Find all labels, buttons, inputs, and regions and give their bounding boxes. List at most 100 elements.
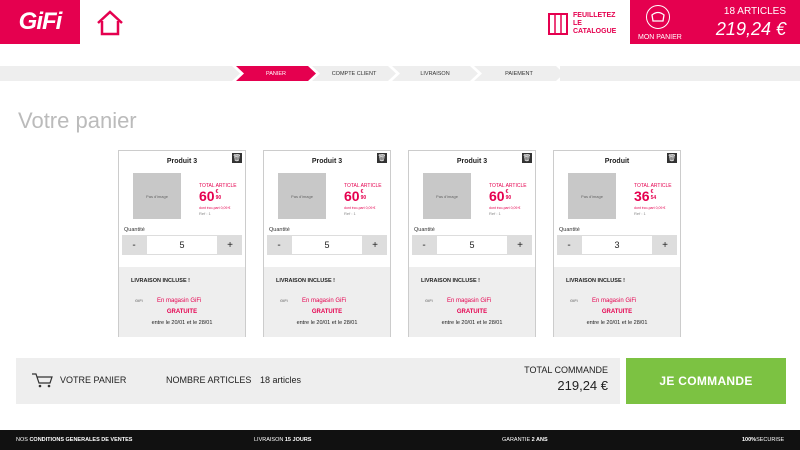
delivery-title: LIVRAISON INCLUSE ! — [421, 278, 480, 284]
increment-button[interactable]: + — [508, 235, 532, 255]
footer-secure: 100%SECURISE — [742, 437, 785, 443]
delivery-info: LIVRAISON INCLUSE ! GiFi En magasin GiFi… — [119, 267, 245, 337]
product-price: 60 €90 — [344, 188, 367, 204]
steps-tail — [560, 66, 800, 81]
product-image: Pas d'image — [568, 173, 616, 219]
trash-icon[interactable]: 🗑 — [667, 153, 677, 163]
delivery-title: LIVRAISON INCLUSE ! — [276, 278, 335, 284]
step-livraison[interactable]: LIVRAISON — [392, 66, 478, 81]
product-image: Pas d'image — [278, 173, 326, 219]
delivery-free: GRATUITE — [601, 309, 633, 315]
footer-conditions-link[interactable]: NOS CONDITIONS GENERALES DE VENTES — [16, 437, 132, 443]
product-ref: Ref : 1 — [199, 211, 211, 216]
eco-part: dont éco-part 0,09 € — [634, 206, 666, 210]
step-paiement[interactable]: PAIEMENT — [474, 66, 564, 81]
decrement-button[interactable]: - — [122, 235, 146, 255]
summary-cart-label: VOTRE PANIER — [60, 375, 127, 385]
order-button[interactable]: JE COMMANDE — [626, 358, 786, 404]
quantity-value[interactable]: 3 — [581, 235, 653, 255]
delivery-dates: entre le 20/01 et le 28/01 — [441, 320, 503, 326]
delivery-free: GRATUITE — [456, 309, 488, 315]
delivery-info: LIVRAISON INCLUSE ! GiFi En magasin GiFi… — [409, 267, 535, 337]
shopping-cart-icon — [32, 373, 53, 388]
cart-total: 219,24 € — [715, 19, 786, 39]
quantity-label: Quantité — [559, 227, 580, 233]
increment-button[interactable]: + — [218, 235, 242, 255]
footer: NOS CONDITIONS GENERALES DE VENTES LIVRA… — [0, 430, 800, 450]
store-pickup: En magasin GiFi — [157, 298, 202, 304]
cart-summary-button[interactable]: MON PANIER 18 ARTICLES 219,24 € — [630, 0, 800, 44]
delivery-info: LIVRAISON INCLUSE ! GiFi En magasin GiFi… — [264, 267, 390, 337]
product-name: Produit 3 — [456, 158, 488, 165]
product-ref: Ref : 1 — [634, 211, 646, 216]
cart-label: MON PANIER — [638, 34, 682, 41]
catalog-link[interactable]: FEUILLETEZ LE CATALOGUE — [548, 10, 616, 38]
quantity-stepper: - 5 + — [412, 235, 532, 255]
delivery-dates: entre le 20/01 et le 28/01 — [151, 320, 213, 326]
product-price: 60 €90 — [489, 188, 512, 204]
footer-warranty: GARANTIE 2 ANS — [502, 437, 548, 443]
product-card: Produit 🗑 Pas d'image TOTAL ARTICLE 36 €… — [553, 150, 681, 337]
checkout-steps: PANIER COMPTE CLIENT LIVRAISON PAIEMENT — [0, 66, 800, 81]
quantity-value[interactable]: 5 — [291, 235, 363, 255]
product-name: Produit — [604, 158, 630, 165]
home-icon[interactable] — [96, 10, 124, 36]
product-name: Produit 3 — [311, 158, 343, 165]
decrement-button[interactable]: - — [412, 235, 436, 255]
store-pickup: En magasin GiFi — [592, 298, 637, 304]
eco-part: dont éco-part 0,09 € — [344, 206, 376, 210]
store-pickup: En magasin GiFi — [447, 298, 492, 304]
eco-part: dont éco-part 0,09 € — [489, 206, 521, 210]
cart-icon — [646, 5, 670, 29]
delivery-info: LIVRAISON INCLUSE ! GiFi En magasin GiFi… — [554, 267, 680, 337]
product-name: Produit 3 — [166, 158, 198, 165]
product-card: Produit 3 🗑 Pas d'image TOTAL ARTICLE 60… — [408, 150, 536, 337]
eco-part: dont éco-part 0,09 € — [199, 206, 231, 210]
header: GiFi FEUILLETEZ LE CATALOGUE MON PANIER … — [0, 0, 800, 44]
step-compte-client[interactable]: COMPTE CLIENT — [312, 66, 396, 81]
decrement-button[interactable]: - — [267, 235, 291, 255]
trash-icon[interactable]: 🗑 — [232, 153, 242, 163]
delivery-free: GRATUITE — [311, 309, 343, 315]
steps-spacer — [0, 66, 240, 81]
gifi-logo[interactable]: GiFi — [0, 0, 80, 44]
increment-button[interactable]: + — [363, 235, 387, 255]
decrement-button[interactable]: - — [557, 235, 581, 255]
order-total-label: TOTAL COMMANDE — [524, 365, 608, 375]
articles-count-value: 18 articles — [260, 375, 302, 385]
product-ref: Ref : 1 — [489, 211, 501, 216]
product-price: 36 €54 — [634, 188, 657, 204]
delivery-title: LIVRAISON INCLUSE ! — [131, 278, 190, 284]
increment-button[interactable]: + — [653, 235, 677, 255]
delivery-dates: entre le 20/01 et le 28/01 — [296, 320, 358, 326]
footer-delivery: LIVRAISON 15 JOURS — [254, 437, 312, 443]
quantity-label: Quantité — [269, 227, 290, 233]
step-panier[interactable]: PANIER — [236, 66, 316, 81]
quantity-stepper: - 3 + — [557, 235, 677, 255]
articles-count-label: NOMBRE ARTICLES — [166, 375, 252, 385]
quantity-label: Quantité — [124, 227, 145, 233]
quantity-stepper: - 5 + — [267, 235, 387, 255]
delivery-dates: entre le 20/01 et le 28/01 — [586, 320, 648, 326]
store-pickup: En magasin GiFi — [302, 298, 347, 304]
quantity-stepper: - 5 + — [122, 235, 242, 255]
page-title: Votre panier — [18, 108, 137, 133]
quantity-label: Quantité — [414, 227, 435, 233]
delivery-free: GRATUITE — [166, 309, 198, 315]
trash-icon[interactable]: 🗑 — [522, 153, 532, 163]
trash-icon[interactable]: 🗑 — [377, 153, 387, 163]
product-image: Pas d'image — [423, 173, 471, 219]
product-image: Pas d'image — [133, 173, 181, 219]
quantity-value[interactable]: 5 — [146, 235, 218, 255]
quantity-value[interactable]: 5 — [436, 235, 508, 255]
catalog-icon — [548, 13, 568, 35]
product-ref: Ref : 1 — [344, 211, 356, 216]
product-price: 60 €90 — [199, 188, 222, 204]
product-card: Produit 3 🗑 Pas d'image TOTAL ARTICLE 60… — [263, 150, 391, 337]
order-summary: VOTRE PANIER NOMBRE ARTICLES 18 articles… — [16, 358, 620, 404]
product-card: Produit 3 🗑 Pas d'image TOTAL ARTICLE 60… — [118, 150, 246, 337]
order-total-value: 219,24 € — [557, 378, 608, 393]
delivery-title: LIVRAISON INCLUSE ! — [566, 278, 625, 284]
catalog-label: FEUILLETEZ LE CATALOGUE — [573, 12, 617, 35]
cart-count: 18 ARTICLES — [723, 6, 786, 17]
